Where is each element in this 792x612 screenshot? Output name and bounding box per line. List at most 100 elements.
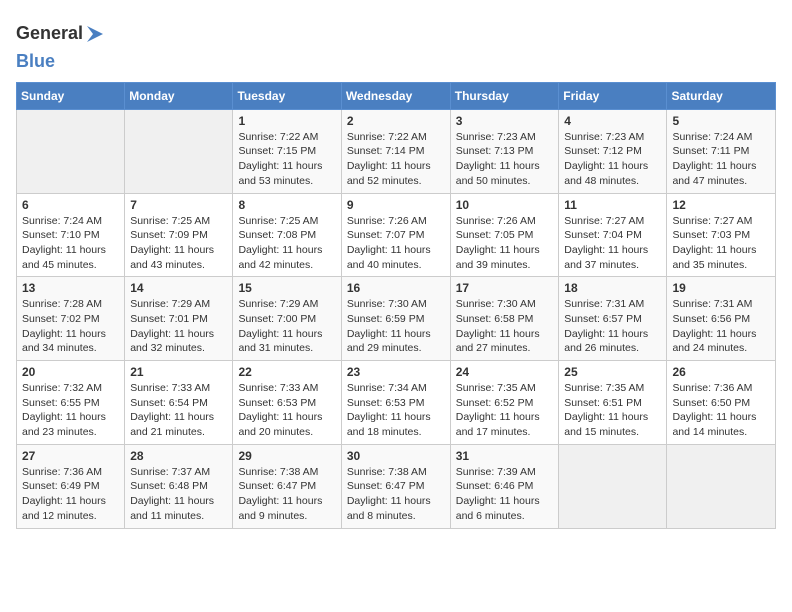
calendar-cell: 23 Sunrise: 7:34 AM Sunset: 6:53 PM Dayli… [341, 361, 450, 445]
week-row-2: 6 Sunrise: 7:24 AM Sunset: 7:10 PM Daylig… [17, 193, 776, 277]
day-info: Sunrise: 7:26 AM Sunset: 7:05 PM Dayligh… [456, 214, 554, 273]
day-number: 27 [22, 449, 119, 463]
day-number: 21 [130, 365, 227, 379]
day-number: 18 [564, 281, 661, 295]
day-info: Sunrise: 7:29 AM Sunset: 7:00 PM Dayligh… [238, 297, 335, 356]
calendar-cell: 29Sunrise: 7:38 AM Sunset: 6:47 PM Dayli… [233, 444, 341, 528]
calendar-cell: 9 Sunrise: 7:26 AM Sunset: 7:07 PM Daylig… [341, 193, 450, 277]
day-info: Sunrise: 7:33 AM Sunset: 6:53 PM Dayligh… [238, 381, 335, 440]
day-info: Sunrise: 7:35 AM Sunset: 6:51 PM Dayligh… [564, 381, 661, 440]
calendar-cell: 6 Sunrise: 7:24 AM Sunset: 7:10 PM Daylig… [17, 193, 125, 277]
day-number: 5 [672, 114, 770, 128]
day-number: 17 [456, 281, 554, 295]
day-number: 8 [238, 198, 335, 212]
weekday-header-sunday: Sunday [17, 82, 125, 109]
weekday-header-monday: Monday [125, 82, 233, 109]
day-info: Sunrise: 7:25 AM Sunset: 7:08 PM Dayligh… [238, 214, 335, 273]
calendar-cell: 12 Sunrise: 7:27 AM Sunset: 7:03 PM Dayli… [667, 193, 776, 277]
weekday-header-row: SundayMondayTuesdayWednesdayThursdayFrid… [17, 82, 776, 109]
day-info: Sunrise: 7:29 AM Sunset: 7:01 PM Dayligh… [130, 297, 227, 356]
day-number: 28 [130, 449, 227, 463]
day-info: Sunrise: 7:31 AM Sunset: 6:56 PM Dayligh… [672, 297, 770, 356]
calendar-cell: 22 Sunrise: 7:33 AM Sunset: 6:53 PM Dayli… [233, 361, 341, 445]
calendar-cell: 3 Sunrise: 7:23 AM Sunset: 7:13 PM Daylig… [450, 109, 559, 193]
calendar-cell: 5 Sunrise: 7:24 AM Sunset: 7:11 PM Daylig… [667, 109, 776, 193]
logo-bird-icon [85, 16, 105, 52]
day-number: 14 [130, 281, 227, 295]
logo-text: General Blue [16, 16, 105, 72]
day-number: 1 [238, 114, 335, 128]
calendar-cell: 30Sunrise: 7:38 AM Sunset: 6:47 PM Dayli… [341, 444, 450, 528]
weekday-header-friday: Friday [559, 82, 667, 109]
day-number: 29 [238, 449, 335, 463]
day-info: Sunrise: 7:34 AM Sunset: 6:53 PM Dayligh… [347, 381, 445, 440]
calendar-cell: 31Sunrise: 7:39 AM Sunset: 6:46 PM Dayli… [450, 444, 559, 528]
day-number: 12 [672, 198, 770, 212]
day-info: Sunrise: 7:24 AM Sunset: 7:11 PM Dayligh… [672, 130, 770, 189]
day-number: 25 [564, 365, 661, 379]
calendar-cell: 27 Sunrise: 7:36 AM Sunset: 6:49 PM Dayli… [17, 444, 125, 528]
calendar-cell: 13Sunrise: 7:28 AM Sunset: 7:02 PM Dayli… [17, 277, 125, 361]
calendar-cell: 28 Sunrise: 7:37 AM Sunset: 6:48 PM Dayli… [125, 444, 233, 528]
day-info: Sunrise: 7:30 AM Sunset: 6:59 PM Dayligh… [347, 297, 445, 356]
calendar-cell: 21 Sunrise: 7:33 AM Sunset: 6:54 PM Dayli… [125, 361, 233, 445]
day-info: Sunrise: 7:37 AM Sunset: 6:48 PM Dayligh… [130, 465, 227, 524]
day-info: Sunrise: 7:26 AM Sunset: 7:07 PM Dayligh… [347, 214, 445, 273]
calendar-cell: 11Sunrise: 7:27 AM Sunset: 7:04 PM Dayli… [559, 193, 667, 277]
calendar-cell: 25 Sunrise: 7:35 AM Sunset: 6:51 PM Dayli… [559, 361, 667, 445]
calendar-cell: 20Sunrise: 7:32 AM Sunset: 6:55 PM Dayli… [17, 361, 125, 445]
day-number: 16 [347, 281, 445, 295]
day-number: 24 [456, 365, 554, 379]
day-number: 7 [130, 198, 227, 212]
day-info: Sunrise: 7:35 AM Sunset: 6:52 PM Dayligh… [456, 381, 554, 440]
day-info: Sunrise: 7:30 AM Sunset: 6:58 PM Dayligh… [456, 297, 554, 356]
page-header: General Blue [16, 16, 776, 72]
day-info: Sunrise: 7:31 AM Sunset: 6:57 PM Dayligh… [564, 297, 661, 356]
day-info: Sunrise: 7:23 AM Sunset: 7:12 PM Dayligh… [564, 130, 661, 189]
weekday-header-saturday: Saturday [667, 82, 776, 109]
calendar-cell [559, 444, 667, 528]
week-row-4: 20Sunrise: 7:32 AM Sunset: 6:55 PM Dayli… [17, 361, 776, 445]
day-number: 26 [672, 365, 770, 379]
calendar-cell: 4Sunrise: 7:23 AM Sunset: 7:12 PM Daylig… [559, 109, 667, 193]
calendar-cell: 14 Sunrise: 7:29 AM Sunset: 7:01 PM Dayli… [125, 277, 233, 361]
day-info: Sunrise: 7:28 AM Sunset: 7:02 PM Dayligh… [22, 297, 119, 356]
day-info: Sunrise: 7:39 AM Sunset: 6:46 PM Dayligh… [456, 465, 554, 524]
weekday-header-tuesday: Tuesday [233, 82, 341, 109]
day-number: 10 [456, 198, 554, 212]
calendar-cell: 15 Sunrise: 7:29 AM Sunset: 7:00 PM Dayli… [233, 277, 341, 361]
day-number: 19 [672, 281, 770, 295]
day-number: 2 [347, 114, 445, 128]
calendar-cell: 19 Sunrise: 7:31 AM Sunset: 6:56 PM Dayli… [667, 277, 776, 361]
day-number: 23 [347, 365, 445, 379]
day-number: 11 [564, 198, 661, 212]
day-info: Sunrise: 7:22 AM Sunset: 7:15 PM Dayligh… [238, 130, 335, 189]
calendar-cell [125, 109, 233, 193]
day-info: Sunrise: 7:36 AM Sunset: 6:49 PM Dayligh… [22, 465, 119, 524]
week-row-3: 13Sunrise: 7:28 AM Sunset: 7:02 PM Dayli… [17, 277, 776, 361]
day-info: Sunrise: 7:22 AM Sunset: 7:14 PM Dayligh… [347, 130, 445, 189]
week-row-1: 1 Sunrise: 7:22 AM Sunset: 7:15 PM Daylig… [17, 109, 776, 193]
calendar-cell: 7 Sunrise: 7:25 AM Sunset: 7:09 PM Daylig… [125, 193, 233, 277]
weekday-header-wednesday: Wednesday [341, 82, 450, 109]
day-number: 22 [238, 365, 335, 379]
day-number: 30 [347, 449, 445, 463]
calendar-cell: 8 Sunrise: 7:25 AM Sunset: 7:08 PM Daylig… [233, 193, 341, 277]
day-number: 20 [22, 365, 119, 379]
day-number: 9 [347, 198, 445, 212]
day-info: Sunrise: 7:27 AM Sunset: 7:03 PM Dayligh… [672, 214, 770, 273]
day-number: 6 [22, 198, 119, 212]
calendar-cell [17, 109, 125, 193]
day-info: Sunrise: 7:25 AM Sunset: 7:09 PM Dayligh… [130, 214, 227, 273]
calendar-cell: 16 Sunrise: 7:30 AM Sunset: 6:59 PM Dayli… [341, 277, 450, 361]
day-info: Sunrise: 7:24 AM Sunset: 7:10 PM Dayligh… [22, 214, 119, 273]
day-number: 15 [238, 281, 335, 295]
calendar-cell: 18 Sunrise: 7:31 AM Sunset: 6:57 PM Dayli… [559, 277, 667, 361]
day-info: Sunrise: 7:36 AM Sunset: 6:50 PM Dayligh… [672, 381, 770, 440]
day-info: Sunrise: 7:33 AM Sunset: 6:54 PM Dayligh… [130, 381, 227, 440]
day-number: 3 [456, 114, 554, 128]
calendar-cell: 10 Sunrise: 7:26 AM Sunset: 7:05 PM Dayli… [450, 193, 559, 277]
calendar-cell: 17 Sunrise: 7:30 AM Sunset: 6:58 PM Dayli… [450, 277, 559, 361]
weekday-header-thursday: Thursday [450, 82, 559, 109]
day-info: Sunrise: 7:23 AM Sunset: 7:13 PM Dayligh… [456, 130, 554, 189]
